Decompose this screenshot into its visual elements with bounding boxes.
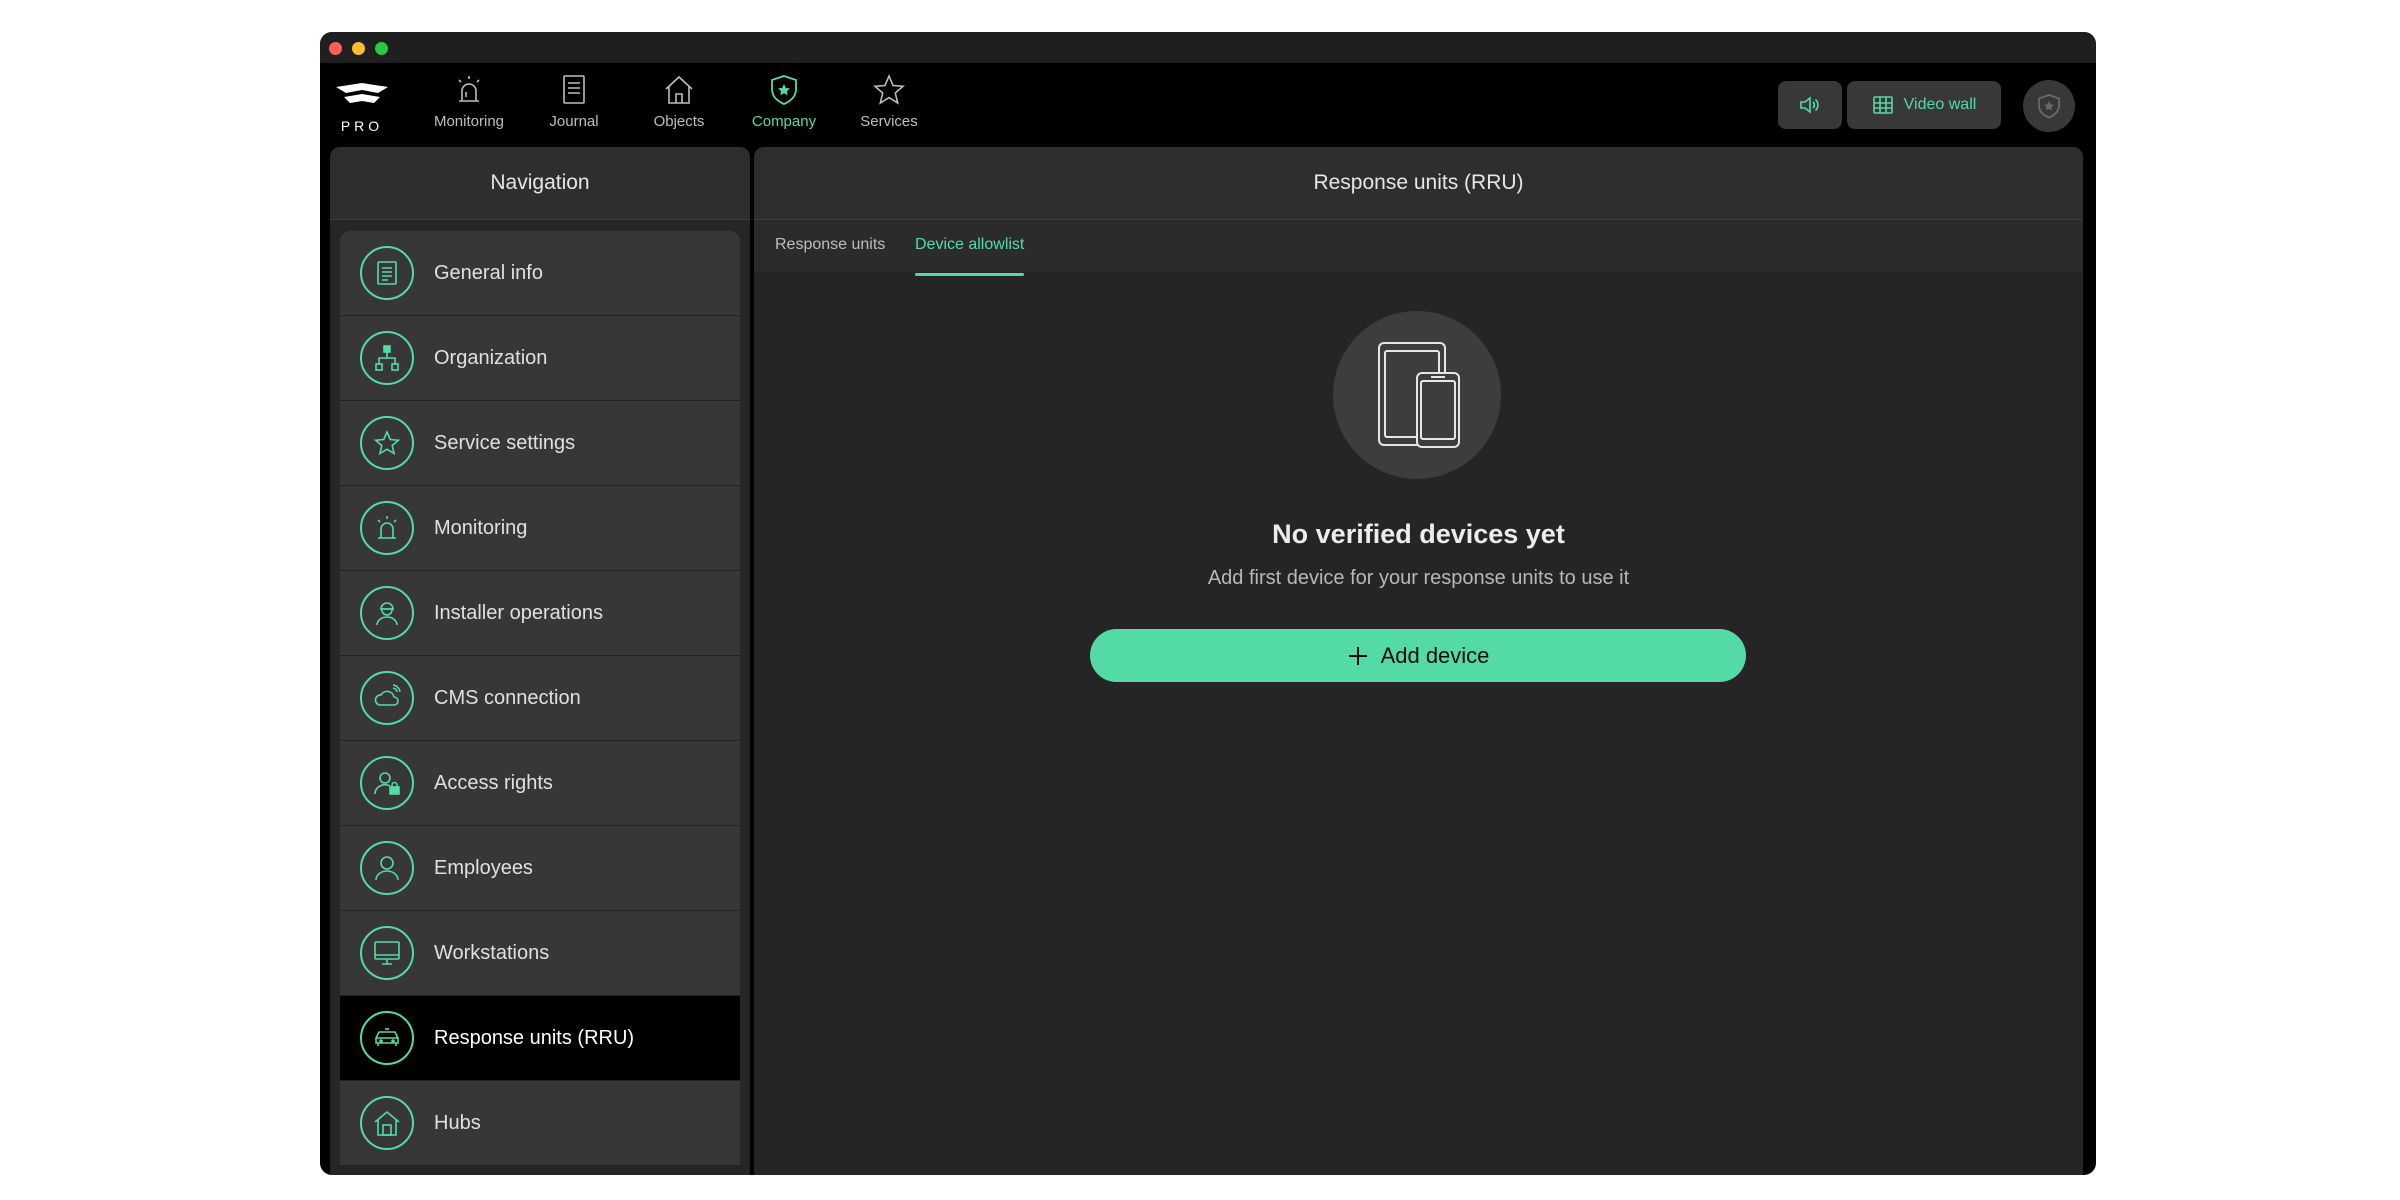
top-navigation: PRO Monitoring Journal Objects Company S… [320,63,2096,147]
nav-tab-company[interactable]: Company [734,73,834,130]
nav-tab-services[interactable]: Services [839,73,939,130]
sidebar-item-monitoring[interactable]: Monitoring [340,486,740,571]
sound-button[interactable] [1778,81,1842,129]
navigation-list: General info Organization Service settin… [340,231,740,1166]
sidebar-item-service-settings[interactable]: Service settings [340,401,740,486]
sidebar-item-label: Monitoring [434,516,528,539]
sidebar-item-hubs[interactable]: Hubs [340,1081,740,1166]
siren-icon [360,501,414,555]
cloud-icon [360,671,414,725]
sidebar-item-label: Response units (RRU) [434,1026,635,1049]
star-icon [873,73,905,105]
main-panel: Response units (RRU) Response units Devi… [754,147,2083,1175]
nav-tab-label: Objects [653,113,705,130]
tab-device-allowlist[interactable]: Device allowlist [915,236,1025,276]
sidebar-item-label: Organization [434,346,548,369]
app-window: PRO Monitoring Journal Objects Company S… [320,32,2096,1175]
sidebar-item-response-units[interactable]: Response units (RRU) [340,996,740,1081]
user-icon [360,841,414,895]
add-device-label: Add device [1380,642,1490,668]
empty-state-title: No verified devices yet [1272,519,1565,549]
sidebar-item-installer-operations[interactable]: Installer operations [340,571,740,656]
logo-text: PRO [340,118,384,134]
hub-house-icon [360,1096,414,1150]
video-wall-button[interactable]: Video wall [1847,81,2001,129]
sidebar-item-organization[interactable]: Organization [340,316,740,401]
close-window-button[interactable] [329,42,342,55]
nav-tab-label: Company [751,113,817,130]
sidebar-item-label: Service settings [434,431,576,454]
title-bar [320,32,2096,63]
navigation-panel-title: Navigation [330,147,750,220]
video-wall-label: Video wall [1903,96,1977,113]
minimize-window-button[interactable] [352,42,365,55]
tablet-phone-icon [1378,342,1460,448]
sidebar-item-label: Installer operations [434,601,603,624]
sidebar-item-label: Hubs [434,1111,481,1134]
sidebar-item-label: Access rights [434,771,553,794]
navigation-panel: Navigation General info Organization Ser… [330,147,750,1175]
car-icon [360,1011,414,1065]
empty-state-subtitle: Add first device for your response units… [1207,567,1630,589]
nav-tab-objects[interactable]: Objects [629,73,729,130]
shield-star-icon [2038,94,2060,119]
nav-tab-monitoring[interactable]: Monitoring [419,73,519,130]
add-device-button[interactable]: Add device [1090,629,1746,682]
page-title: Response units (RRU) [754,147,2083,220]
monitor-icon [360,926,414,980]
nav-tab-journal[interactable]: Journal [524,73,624,130]
nav-tab-label: Journal [549,113,599,130]
grid-icon [1872,96,1893,114]
user-lock-icon [360,756,414,810]
tab-response-units[interactable]: Response units [775,236,885,254]
sidebar-item-label: General info [434,261,543,284]
siren-icon [458,76,480,102]
sidebar-item-general-info[interactable]: General info [340,231,740,316]
sidebar-item-label: Employees [434,856,533,879]
sidebar-item-label: Workstations [434,941,550,964]
sidebar-item-label: CMS connection [434,686,581,709]
plus-icon [1348,646,1367,665]
logo-icon [336,83,388,103]
maximize-window-button[interactable] [375,42,388,55]
logo[interactable]: PRO [334,81,390,134]
star-icon [360,416,414,470]
sidebar-item-access-rights[interactable]: Access rights [340,741,740,826]
speaker-icon [1800,96,1819,114]
org-chart-icon [360,331,414,385]
journal-icon [563,75,585,104]
sidebar-item-workstations[interactable]: Workstations [340,911,740,996]
shield-star-icon [771,75,797,105]
house-icon [665,75,693,104]
profile-button[interactable] [2023,80,2075,132]
document-icon [360,246,414,300]
sidebar-item-cms-connection[interactable]: CMS connection [340,656,740,741]
nav-tab-label: Services [860,113,918,130]
installer-icon [360,586,414,640]
tab-bar: Response units Device allowlist [754,220,2083,276]
sidebar-item-employees[interactable]: Employees [340,826,740,911]
devices-illustration [1333,311,1501,479]
nav-tab-label: Monitoring [433,113,505,130]
